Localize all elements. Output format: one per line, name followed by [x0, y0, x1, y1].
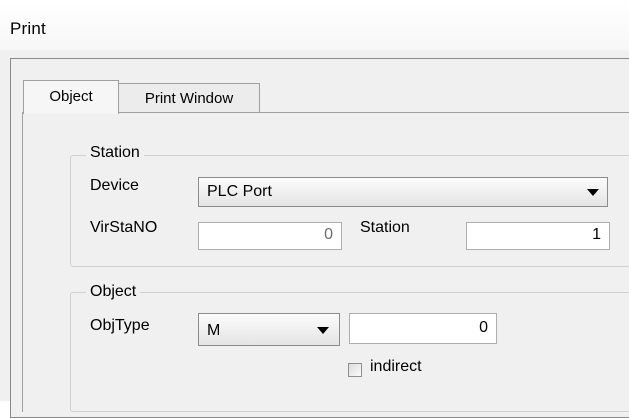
virstano-value: 0 [324, 226, 333, 243]
object-group-legend: Object [86, 283, 141, 301]
object-address-value: 0 [479, 319, 488, 336]
tab-print-window-label: Print Window [144, 90, 234, 107]
station-label: Station [360, 219, 410, 236]
objtype-label: ObjType [90, 317, 150, 334]
window-title: Print [10, 19, 46, 38]
tab-object[interactable]: Object [23, 80, 119, 114]
tab-print-window[interactable]: Print Window [118, 83, 260, 113]
title-bar: Print [0, 0, 629, 50]
device-combobox[interactable]: PLC Port [198, 177, 608, 207]
objtype-combobox-value: M [207, 322, 221, 339]
indirect-checkbox[interactable] [348, 363, 362, 377]
chevron-down-icon[interactable] [317, 327, 329, 334]
tab-object-label: Object [49, 88, 93, 105]
device-combobox-value: PLC Port [207, 183, 272, 200]
station-groupbox [70, 155, 629, 267]
object-address-input[interactable]: 0 [349, 313, 497, 344]
virstano-input[interactable]: 0 [198, 222, 342, 250]
indirect-label[interactable]: indirect [370, 358, 422, 376]
object-groupbox [70, 292, 629, 412]
station-value: 1 [592, 226, 601, 243]
objtype-combobox[interactable]: M [198, 313, 340, 346]
station-group-legend: Station [86, 144, 144, 162]
chevron-down-icon[interactable] [587, 189, 599, 196]
station-input[interactable]: 1 [466, 222, 610, 250]
device-label: Device [90, 177, 139, 194]
virstano-label: VirStaNO [90, 219, 158, 236]
